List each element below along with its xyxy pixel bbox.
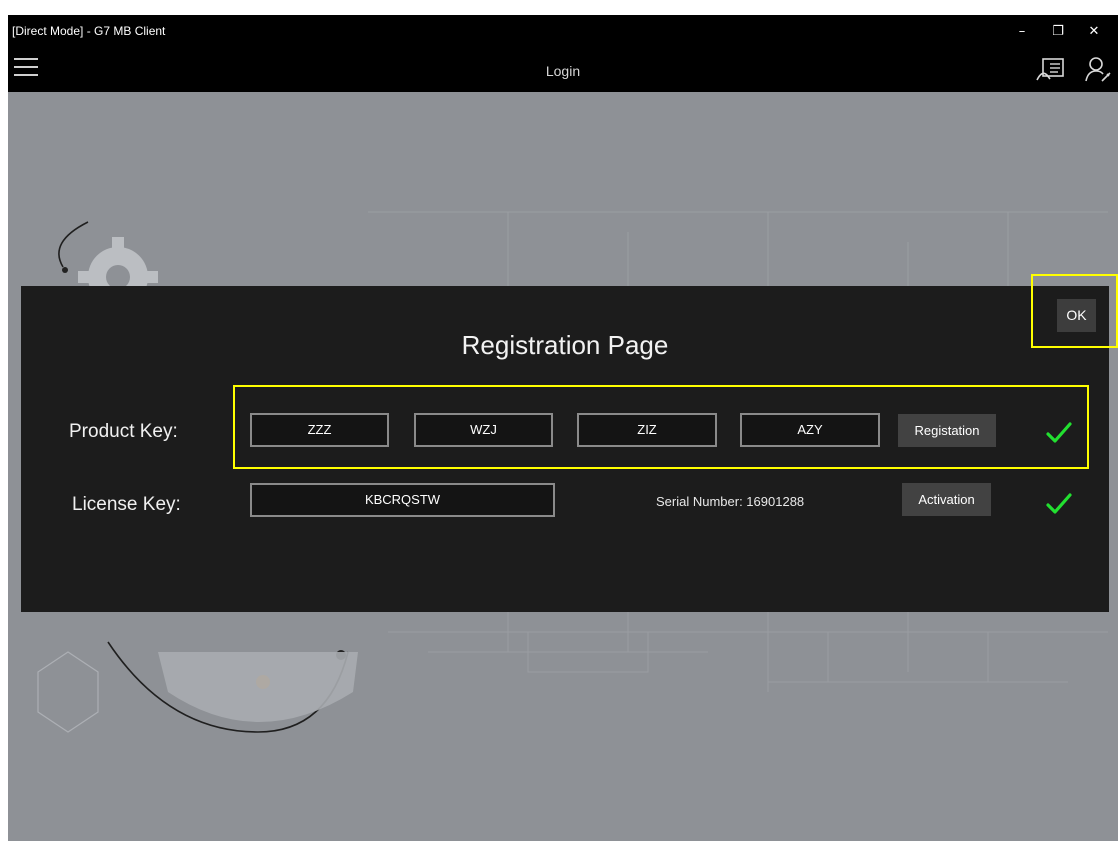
page-title: Login: [545, 63, 581, 79]
app-bar: Login: [8, 48, 1118, 92]
register-card-icon[interactable]: [1034, 53, 1068, 85]
product-key-segment-2[interactable]: WZJ: [414, 413, 553, 447]
title-bar: [Direct Mode] - G7 MB Client – ❐ ✕: [8, 15, 1118, 48]
product-key-label: Product Key:: [69, 421, 178, 442]
product-key-segment-1[interactable]: ZZZ: [250, 413, 389, 447]
product-key-segment-4[interactable]: AZY: [740, 413, 880, 447]
product-key-segment-3[interactable]: ZIZ: [577, 413, 717, 447]
license-key-label: License Key:: [72, 494, 181, 515]
registration-button[interactable]: Registation: [898, 414, 996, 447]
window-title: [Direct Mode] - G7 MB Client: [12, 24, 166, 38]
serial-number-text: Serial Number: 16901288: [656, 494, 805, 509]
close-button[interactable]: ✕: [1080, 21, 1108, 43]
product-key-check-icon: [1046, 422, 1072, 443]
ok-button[interactable]: OK: [1057, 299, 1096, 332]
activation-button[interactable]: Activation: [902, 483, 991, 516]
license-key-check-icon: [1046, 493, 1072, 514]
license-key-field[interactable]: KBCRQSTW: [250, 483, 555, 517]
dialog-title: Registration Page: [461, 330, 669, 360]
registration-dialog: Registration Page OK Product Key: ZZZ WZ…: [21, 286, 1109, 612]
user-key-icon[interactable]: [1080, 53, 1114, 85]
minimize-button[interactable]: –: [1008, 21, 1036, 43]
app-window: [Direct Mode] - G7 MB Client – ❐ ✕ Login: [8, 15, 1118, 841]
restore-button[interactable]: ❐: [1044, 21, 1072, 43]
